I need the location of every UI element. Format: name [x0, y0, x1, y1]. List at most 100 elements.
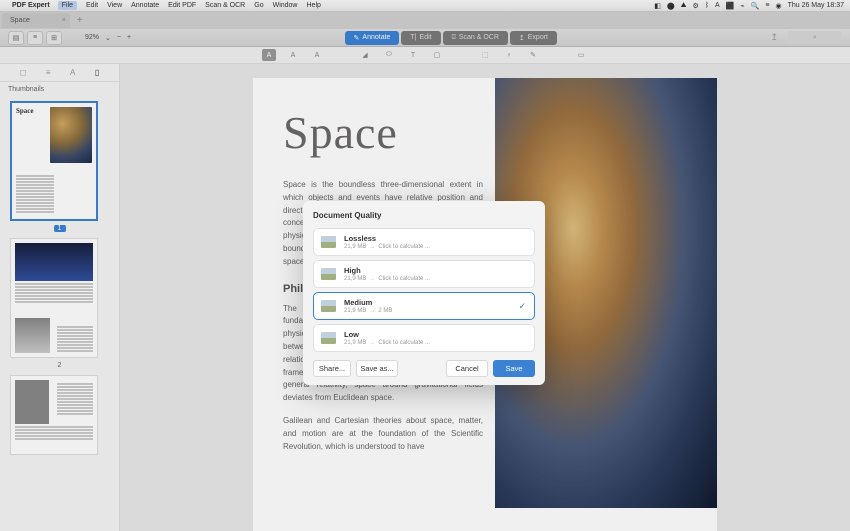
thumb-image	[50, 107, 92, 163]
sidebar-toggle-button[interactable]: ▤	[8, 31, 24, 45]
quality-name: Lossless	[344, 234, 527, 243]
quality-preview-icon	[321, 268, 336, 280]
thumb-image	[15, 318, 50, 353]
zoom-value[interactable]: 92%	[85, 34, 99, 41]
thumbnail-page-2[interactable]	[10, 238, 98, 358]
text-box-icon[interactable]: T	[406, 49, 420, 61]
quality-size: 21,9 MB→2 MB	[344, 308, 527, 314]
annotations-tab-icon[interactable]: A	[70, 68, 75, 77]
menu-edit[interactable]: Edit	[86, 2, 98, 9]
quality-option-lossless[interactable]: Lossless 21,9 MB→Click to calculate ...	[313, 228, 535, 256]
menu-scan-ocr[interactable]: Scan & OCR	[205, 2, 245, 9]
thumbnails-list: Space 1 2	[0, 97, 119, 463]
search-icon[interactable]: 🔍	[751, 2, 760, 10]
text-tool-icon[interactable]: A	[286, 49, 300, 61]
quality-option-medium[interactable]: Medium 21,9 MB→2 MB ✓	[313, 292, 535, 320]
thumbnails-tab-icon[interactable]: ▯	[95, 68, 99, 77]
outline-tab-icon[interactable]: ≡	[46, 68, 51, 77]
menu-view[interactable]: View	[107, 2, 122, 9]
mode-scan-button[interactable]: ⌼ Scan & OCR	[443, 31, 508, 45]
menu-annotate[interactable]: Annotate	[131, 2, 159, 9]
zoom-out-button[interactable]: −	[117, 34, 121, 41]
share-icon[interactable]: ↥	[770, 32, 778, 43]
menu-help[interactable]: Help	[307, 2, 321, 9]
signature-icon[interactable]: ✎	[526, 49, 540, 61]
status-icon[interactable]: ⛰	[681, 2, 687, 10]
mode-annotate-button[interactable]: ✎ Annotate	[345, 31, 400, 45]
mode-label: Edit	[420, 34, 432, 41]
sidebar: ◻ ≡ A ▯ Thumbnails Space 1	[0, 64, 120, 531]
add-tab-button[interactable]: +	[77, 15, 83, 26]
share-button[interactable]: Share...	[313, 360, 351, 377]
cancel-button[interactable]: Cancel	[446, 360, 488, 377]
document-tab[interactable]: Space ×	[2, 13, 70, 28]
pen-icon[interactable]: ◢	[358, 49, 372, 61]
highlight-text-icon[interactable]: A	[262, 49, 276, 61]
toolbar: ▤ ≡ ⊞ 92% ⌄ − + ✎ Annotate T| Edit ⌼ Sca…	[0, 29, 850, 47]
page-number-2: 2	[10, 362, 109, 369]
export-icon: ↥	[519, 34, 525, 42]
menu-window[interactable]: Window	[273, 2, 298, 9]
quality-preview-icon	[321, 236, 336, 248]
thumb-image	[15, 243, 93, 281]
view-mode-grid-button[interactable]: ⊞	[46, 31, 62, 45]
note-icon[interactable]: ⬚	[478, 49, 492, 61]
quality-option-high[interactable]: High 21,9 MB→Click to calculate ...	[313, 260, 535, 288]
status-icon[interactable]: A	[715, 2, 720, 9]
bookmarks-tab-icon[interactable]: ◻	[20, 68, 27, 77]
mode-label: Export	[528, 34, 548, 41]
quality-name: Medium	[344, 298, 527, 307]
menu-edit-pdf[interactable]: Edit PDF	[168, 2, 196, 9]
mode-label: Annotate	[362, 34, 390, 41]
menu-go[interactable]: Go	[254, 2, 263, 9]
toolbar-right: ↥ ⌕	[770, 31, 842, 44]
thumbnail-page-3[interactable]	[10, 375, 98, 455]
quality-preview-icon	[321, 300, 336, 312]
page-paragraph: Galilean and Cartesian theories about sp…	[283, 415, 483, 453]
mode-label: Scan & OCR	[459, 34, 499, 41]
status-icon[interactable]: ⬤	[667, 2, 675, 10]
status-icon[interactable]: ⚙	[693, 2, 699, 10]
save-as-button[interactable]: Save as...	[356, 360, 398, 377]
tabbar: Space × +	[0, 12, 850, 29]
view-mode-list-button[interactable]: ≡	[27, 31, 43, 45]
quality-options-list: Lossless 21,9 MB→Click to calculate ... …	[313, 228, 535, 352]
thumbnail-page-1[interactable]: Space	[10, 101, 98, 221]
save-button[interactable]: Save	[493, 360, 535, 377]
datetime[interactable]: Thu 26 May 18:37	[788, 2, 844, 9]
dialog-title: Document Quality	[313, 211, 535, 220]
wifi-icon[interactable]: ⌁	[740, 2, 744, 10]
annotate-toolbar: A A A ◢ ⬭ T ▢ ⬚ ♀ ✎ ▭	[0, 47, 850, 64]
search-input[interactable]: ⌕	[788, 31, 842, 44]
annotate-icon: ✎	[354, 34, 360, 42]
mode-edit-button[interactable]: T| Edit	[401, 31, 440, 45]
zoom-control: 92% ⌄ − +	[85, 34, 131, 42]
siri-icon[interactable]: ◉	[775, 2, 781, 10]
quality-preview-icon	[321, 332, 336, 344]
stamp-icon[interactable]: ♀	[502, 49, 516, 61]
scan-icon: ⌼	[452, 34, 456, 42]
quality-name: High	[344, 266, 527, 275]
sidebar-section-label: Thumbnails	[0, 82, 119, 97]
status-icon[interactable]: ⬛	[726, 2, 735, 10]
dialog-buttons: Share... Save as... Cancel Save	[313, 360, 535, 377]
eraser-icon[interactable]: ⬭	[382, 49, 396, 61]
tab-title: Space	[10, 17, 30, 24]
status-icon[interactable]: ᛒ	[705, 2, 709, 9]
quality-option-low[interactable]: Low 21,9 MB→Click to calculate ...	[313, 324, 535, 352]
crop-icon[interactable]: ▭	[574, 49, 588, 61]
menu-file[interactable]: File	[58, 1, 77, 10]
shape-icon[interactable]: ▢	[430, 49, 444, 61]
mode-export-button[interactable]: ↥ Export	[510, 31, 557, 45]
text-style-icon[interactable]: A	[310, 49, 324, 61]
zoom-dropdown-icon[interactable]: ⌄	[105, 34, 111, 42]
sidebar-tabs: ◻ ≡ A ▯	[0, 64, 119, 82]
tab-close-icon[interactable]: ×	[62, 17, 66, 24]
quality-size: 21,9 MB→Click to calculate ...	[344, 276, 527, 282]
zoom-in-button[interactable]: +	[127, 34, 131, 41]
status-icon[interactable]: ◧	[654, 2, 661, 10]
control-center-icon[interactable]: ≡	[765, 2, 769, 9]
search-icon: ⌕	[813, 34, 817, 42]
app-name[interactable]: PDF Expert	[12, 2, 50, 9]
quality-name: Low	[344, 330, 527, 339]
